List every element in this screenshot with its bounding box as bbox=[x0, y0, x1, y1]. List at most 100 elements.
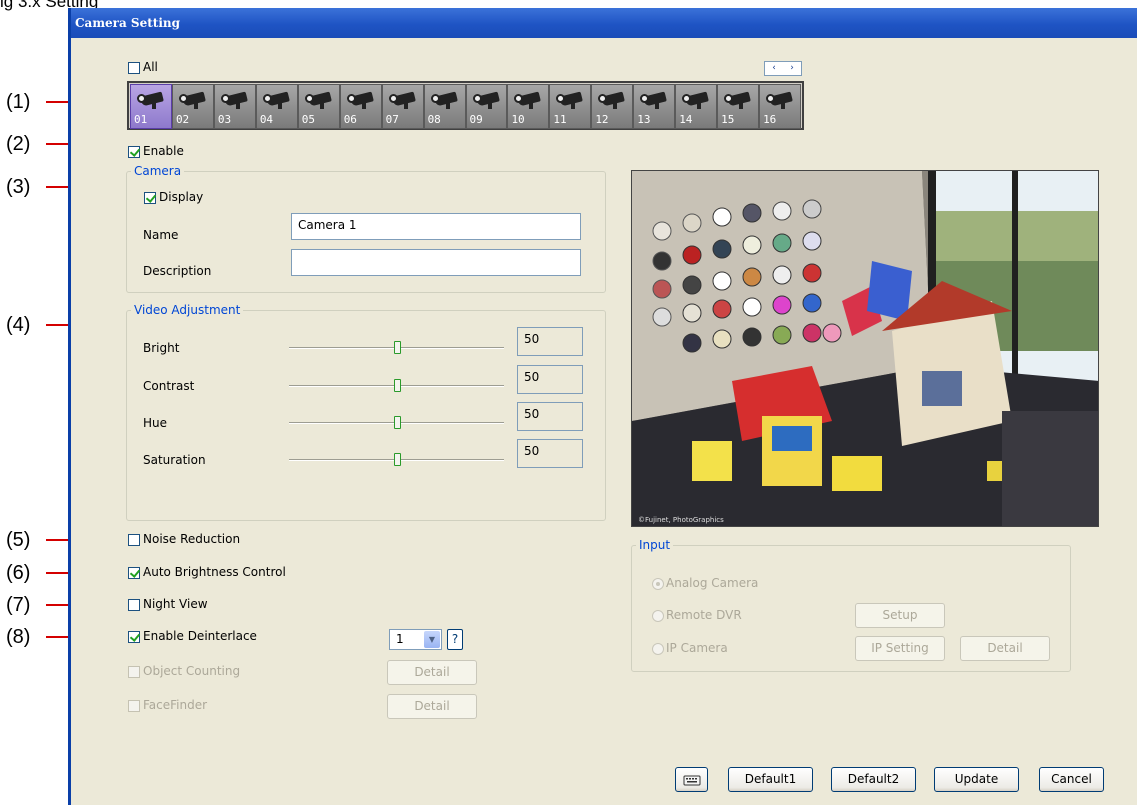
object-counting-detail-button[interactable]: Detail bbox=[387, 660, 477, 685]
camera-mount bbox=[781, 103, 786, 109]
camera-lens bbox=[262, 94, 272, 103]
camera-lens bbox=[430, 94, 440, 103]
camera-tile-07[interactable]: 07 bbox=[381, 84, 424, 129]
slider-thumb[interactable] bbox=[393, 379, 401, 392]
slider-thumb[interactable] bbox=[393, 416, 401, 429]
name-input[interactable]: Camera 1 bbox=[291, 213, 581, 240]
enable-deinterlace-checkbox[interactable] bbox=[128, 631, 140, 643]
camera-tile-15[interactable]: 15 bbox=[717, 84, 760, 129]
facefinder-detail-button[interactable]: Detail bbox=[387, 694, 477, 719]
video-adjust-slider[interactable] bbox=[289, 453, 504, 467]
camera-number: 12 bbox=[595, 113, 609, 126]
camera-number: 15 bbox=[721, 113, 735, 126]
camera-tile-14[interactable]: 14 bbox=[675, 84, 718, 129]
camera-preview-image: ©Fujinet, PhotoGraphics bbox=[631, 170, 1099, 527]
camera-lens bbox=[766, 94, 776, 103]
slider-thumb[interactable] bbox=[393, 341, 401, 354]
setup-button[interactable]: Setup bbox=[855, 603, 945, 628]
keyboard-icon bbox=[683, 775, 700, 786]
callout-label: (1) bbox=[6, 91, 31, 113]
preview-caption: ©Fujinet, PhotoGraphics bbox=[638, 516, 724, 524]
camera-lens bbox=[304, 94, 314, 103]
camera-tile-02[interactable]: 02 bbox=[171, 84, 214, 129]
chevron-left-icon[interactable]: ‹ bbox=[765, 62, 783, 75]
video-adjust-label: Hue bbox=[143, 416, 168, 430]
camera-lens bbox=[137, 94, 146, 103]
default1-button[interactable]: Default1 bbox=[728, 767, 813, 792]
callout-label: (3) bbox=[6, 176, 31, 198]
video-adjust-value[interactable]: 50 bbox=[517, 439, 583, 468]
description-input[interactable] bbox=[291, 249, 581, 276]
analog-camera-radio[interactable] bbox=[652, 578, 664, 590]
cancel-button[interactable]: Cancel bbox=[1039, 767, 1104, 792]
video-adjust-value[interactable]: 50 bbox=[517, 327, 583, 356]
help-button[interactable]: ? bbox=[447, 629, 463, 650]
video-adjust-label: Bright bbox=[143, 341, 180, 355]
enable-label: Enable bbox=[143, 144, 184, 158]
camera-mount bbox=[152, 103, 156, 109]
input-detail-button[interactable]: Detail bbox=[960, 636, 1050, 661]
display-checkbox[interactable] bbox=[144, 192, 156, 204]
video-adjust-slider[interactable] bbox=[289, 416, 504, 430]
remote-dvr-radio[interactable] bbox=[652, 610, 664, 622]
noise-reduction-checkbox[interactable] bbox=[128, 534, 140, 546]
title-bar[interactable]: Camera Setting bbox=[71, 8, 1137, 38]
camera-tile-10[interactable]: 10 bbox=[507, 84, 550, 129]
input-group-title: Input bbox=[636, 538, 674, 552]
facefinder-label: FaceFinder bbox=[143, 698, 208, 712]
auto-brightness-checkbox[interactable] bbox=[128, 567, 140, 579]
update-button[interactable]: Update bbox=[934, 767, 1019, 792]
facefinder-checkbox[interactable] bbox=[128, 700, 140, 712]
camera-tile-11[interactable]: 11 bbox=[549, 84, 592, 129]
slider-thumb[interactable] bbox=[393, 453, 401, 466]
camera-number: 14 bbox=[679, 113, 693, 126]
camera-number: 09 bbox=[469, 113, 483, 126]
chevron-right-icon[interactable]: › bbox=[783, 62, 801, 75]
camera-mount bbox=[697, 103, 702, 109]
camera-tile-16[interactable]: 16 bbox=[759, 84, 801, 129]
camera-tile-04[interactable]: 04 bbox=[255, 84, 298, 129]
deinterlace-select[interactable]: 1 ▼ bbox=[389, 629, 442, 650]
camera-mount bbox=[235, 103, 240, 109]
camera-tile-01[interactable]: 01 bbox=[130, 84, 172, 129]
camera-lens bbox=[472, 94, 482, 103]
camera-tile-06[interactable]: 06 bbox=[339, 84, 382, 129]
video-adjust-slider[interactable] bbox=[289, 341, 504, 355]
enable-deinterlace-label: Enable Deinterlace bbox=[143, 629, 257, 643]
camera-page-nav: ‹ › bbox=[764, 61, 802, 76]
enable-checkbox[interactable] bbox=[128, 146, 140, 158]
all-checkbox[interactable] bbox=[128, 62, 140, 74]
default2-button[interactable]: Default2 bbox=[831, 767, 916, 792]
video-adjust-value[interactable]: 50 bbox=[517, 402, 583, 431]
chevron-down-icon: ▼ bbox=[424, 631, 440, 648]
ip-camera-label: IP Camera bbox=[666, 641, 728, 655]
camera-number: 06 bbox=[343, 113, 357, 126]
camera-tile-05[interactable]: 05 bbox=[297, 84, 340, 129]
video-adjust-slider[interactable] bbox=[289, 379, 504, 393]
camera-tile-09[interactable]: 09 bbox=[465, 84, 508, 129]
callout-label: (7) bbox=[6, 594, 31, 616]
camera-mount bbox=[739, 103, 744, 109]
camera-number: 05 bbox=[301, 113, 315, 126]
camera-tile-13[interactable]: 13 bbox=[633, 84, 676, 129]
keyboard-button[interactable] bbox=[675, 767, 708, 792]
camera-mount bbox=[193, 103, 198, 109]
camera-tile-12[interactable]: 12 bbox=[591, 84, 634, 129]
camera-number: 07 bbox=[385, 113, 399, 126]
description-label: Description bbox=[143, 264, 212, 278]
night-view-checkbox[interactable] bbox=[128, 599, 140, 611]
camera-tile-03[interactable]: 03 bbox=[213, 84, 256, 129]
camera-lens bbox=[388, 94, 398, 103]
video-adjust-label: Contrast bbox=[143, 379, 195, 393]
camera-number: 16 bbox=[763, 113, 777, 126]
object-counting-checkbox[interactable] bbox=[128, 666, 140, 678]
input-group: Input Analog Camera Remote DVR Setup IP … bbox=[631, 538, 1071, 672]
camera-number: 02 bbox=[175, 113, 190, 126]
camera-number: 11 bbox=[553, 113, 567, 126]
video-adjust-value[interactable]: 50 bbox=[517, 365, 583, 394]
camera-number: 08 bbox=[427, 113, 441, 126]
ip-camera-radio[interactable] bbox=[652, 643, 664, 655]
ip-setting-button[interactable]: IP Setting bbox=[855, 636, 945, 661]
analog-camera-label: Analog Camera bbox=[666, 576, 759, 590]
camera-tile-08[interactable]: 08 bbox=[423, 84, 466, 129]
